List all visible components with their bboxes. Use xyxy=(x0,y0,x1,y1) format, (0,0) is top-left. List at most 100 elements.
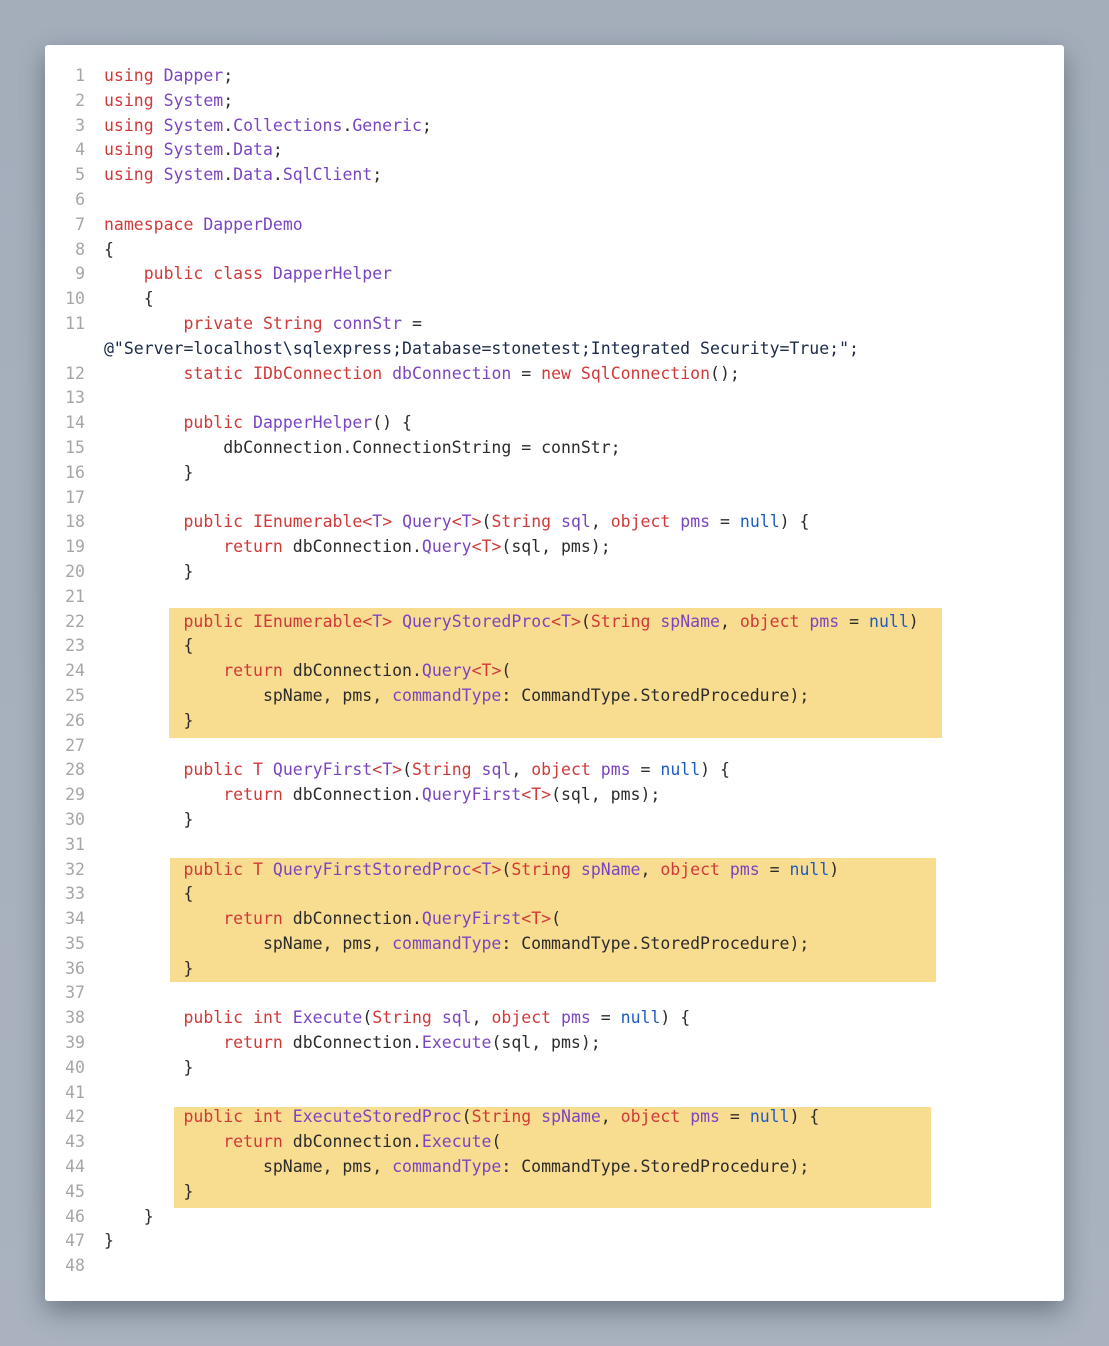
code-text: } xyxy=(104,1229,114,1254)
code-token: DapperDemo xyxy=(203,214,303,234)
code-token: () { xyxy=(372,413,412,433)
line-number: 2 xyxy=(75,90,85,110)
code-text: using System.Data.SqlClient; xyxy=(104,163,382,188)
code-token: DapperHelper xyxy=(272,264,393,284)
code-token: dbConnection. xyxy=(282,661,422,681)
line-number: 1 xyxy=(75,66,85,85)
code-token: spName xyxy=(541,1107,601,1127)
line-number: 11 xyxy=(65,313,85,333)
code-token: return xyxy=(223,785,283,805)
code-token: < xyxy=(521,909,532,929)
code-token: { xyxy=(104,636,194,656)
code-token: IEnumerable xyxy=(253,512,363,532)
code-line: 9 public class DapperHelper xyxy=(45,262,1064,287)
code-token: public xyxy=(183,859,244,879)
code-token: sql xyxy=(481,760,512,780)
line-number: 37 xyxy=(65,983,85,1003)
code-line: 6 xyxy=(45,188,1064,213)
line-number: 12 xyxy=(65,363,85,383)
code-token: System xyxy=(163,165,224,185)
code-text: public T QueryFirstStoredProc<T>(String … xyxy=(104,858,839,883)
code-token: QueryStoredProc xyxy=(402,611,552,631)
code-token: Data xyxy=(233,140,273,160)
code-line: 44 spName, pms, commandType: CommandType… xyxy=(45,1155,1064,1180)
code-token: static xyxy=(183,363,244,383)
code-token: < xyxy=(471,661,482,681)
code-token: String xyxy=(491,512,552,532)
line-number: 40 xyxy=(65,1057,85,1077)
code-token: T xyxy=(372,611,383,631)
code-token: public xyxy=(183,1008,244,1028)
code-token: ) { xyxy=(789,1107,820,1127)
line-number: 19 xyxy=(65,537,85,557)
code-token: IEnumerable xyxy=(253,611,363,631)
code-token: dbConnection. xyxy=(282,1132,422,1152)
code-token: using xyxy=(104,115,154,135)
code-line: 38 public int Execute(String sql, object… xyxy=(45,1006,1064,1031)
code-token: : CommandType.StoredProcedure); xyxy=(501,933,810,953)
code-line: 15 dbConnection.ConnectionString = connS… xyxy=(45,436,1064,461)
code-token: return xyxy=(223,909,283,929)
code-token: sql xyxy=(561,512,591,532)
code-token: : CommandType.StoredProcedure); xyxy=(501,685,810,705)
line-number: 21 xyxy=(65,586,85,606)
code-token: dbConnection. xyxy=(282,785,422,805)
line-number: 36 xyxy=(65,958,85,978)
code-token: . xyxy=(272,165,283,185)
code-token: , xyxy=(640,859,661,879)
code-line: 2 using System; xyxy=(45,89,1064,114)
code-token: namespace xyxy=(104,214,194,234)
line-number: 31 xyxy=(65,834,85,854)
code-token: = xyxy=(402,313,422,333)
code-token: } xyxy=(104,462,194,482)
code-token: String xyxy=(372,1008,432,1028)
code-text: } xyxy=(104,709,193,734)
code-token: } xyxy=(104,561,194,581)
code-token: T xyxy=(481,859,492,879)
code-token: pms xyxy=(729,859,760,879)
code-token: ExecuteStoredProc xyxy=(292,1107,462,1127)
code-token: < xyxy=(372,760,383,780)
code-text: using System.Data; xyxy=(104,138,283,163)
code-line: 1 using Dapper; xyxy=(45,64,1064,89)
code-text: spName, pms, commandType: CommandType.St… xyxy=(104,684,809,709)
line-number: 35 xyxy=(65,933,85,953)
line-number: 25 xyxy=(65,685,85,705)
code-text: } xyxy=(104,957,193,982)
code-token: dbConnection xyxy=(392,363,512,383)
code-line: 37 xyxy=(45,981,1064,1006)
code-token: = xyxy=(590,1008,621,1028)
code-token: , xyxy=(600,1107,621,1127)
line-number: 28 xyxy=(65,760,85,780)
code-token: Data xyxy=(233,165,273,185)
code-token: } xyxy=(104,1231,114,1251)
code-token: ; xyxy=(372,165,383,185)
code-token: Collections xyxy=(233,115,343,135)
code-token: SqlConnection xyxy=(580,363,711,383)
code-line: 26 } xyxy=(45,709,1064,734)
code-text: public IEnumerable<T> QueryStoredProc<T>… xyxy=(104,610,918,635)
line-number: 4 xyxy=(75,140,85,160)
code-token: System xyxy=(163,90,224,110)
code-token: String xyxy=(590,611,651,631)
line-number: 8 xyxy=(75,239,85,259)
code-text: } xyxy=(104,1056,193,1081)
code-line: 14 public DapperHelper() { xyxy=(45,411,1064,436)
code-token: ( xyxy=(491,1132,502,1152)
code-token: ) { xyxy=(660,1008,691,1028)
